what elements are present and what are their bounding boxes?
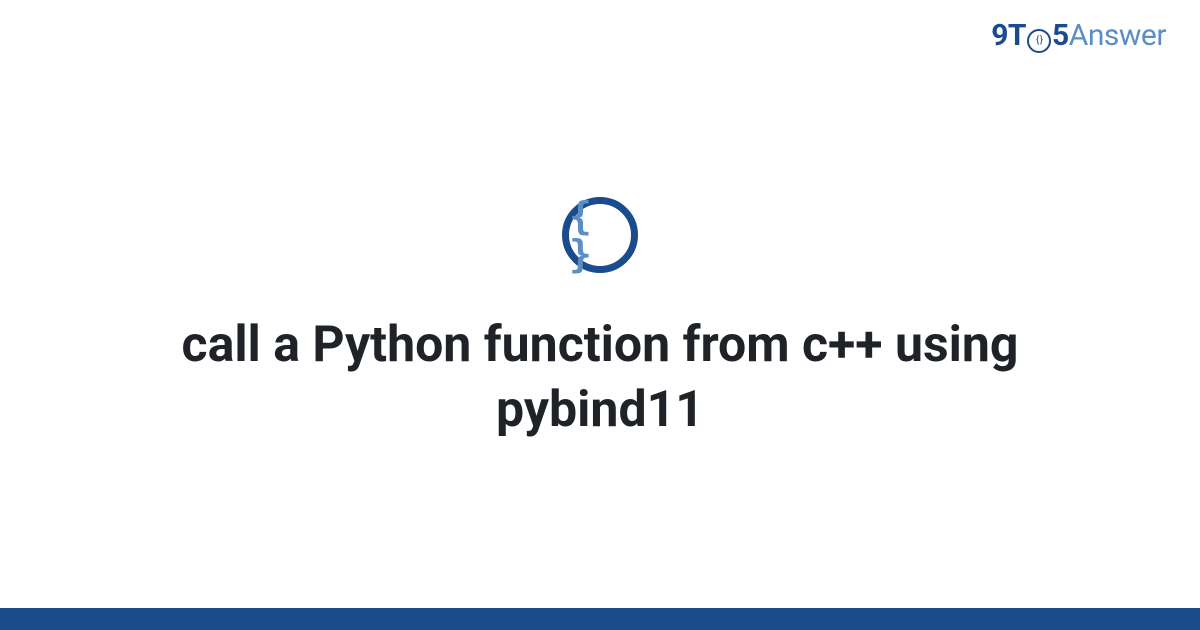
- code-braces-icon: { }: [562, 197, 638, 273]
- question-title: call a Python function from c++ using py…: [110, 313, 1090, 443]
- main-content: { } call a Python function from c++ usin…: [0, 0, 1200, 610]
- footer-bar: [0, 608, 1200, 630]
- category-icon-wrap: { }: [562, 197, 638, 273]
- braces-glyph: { }: [569, 197, 631, 273]
